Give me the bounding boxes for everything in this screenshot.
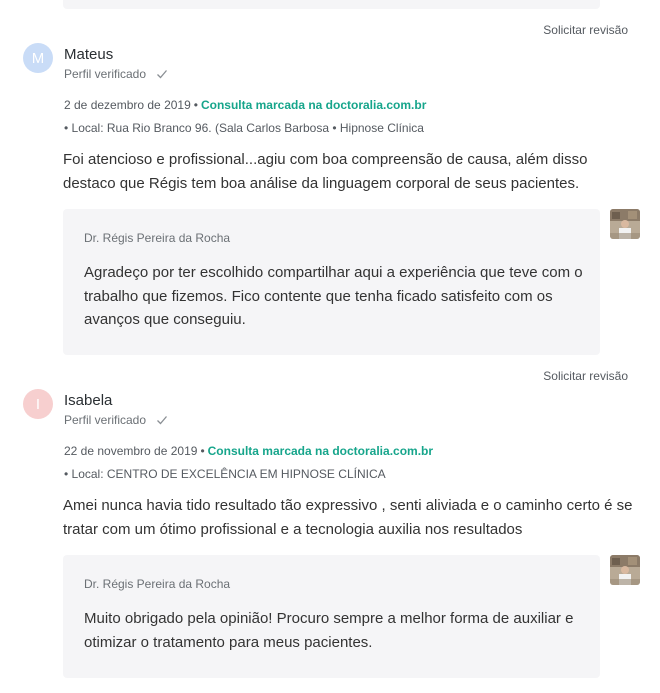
report-review-link[interactable]: Solicitar revisão bbox=[543, 23, 628, 37]
verified-label: Perfil verificado bbox=[64, 67, 147, 81]
meta-separator: • bbox=[200, 444, 205, 458]
review-meta: 2 de dezembro de 2019 • Consulta marcada n… bbox=[64, 98, 426, 112]
avatar: I bbox=[23, 389, 53, 419]
doctor-avatar-icon bbox=[610, 555, 640, 585]
verified-badge: Perfil verificado bbox=[64, 413, 168, 427]
booked-via-link[interactable]: Consulta marcada na doctoralia.com.br bbox=[201, 98, 426, 112]
review-date: 2 de dezembro de 2019 bbox=[64, 98, 191, 112]
reviewer-name: Mateus bbox=[64, 46, 114, 63]
verified-label: Perfil verificado bbox=[64, 413, 147, 427]
reviewer-name: Isabela bbox=[64, 392, 113, 409]
reply-text: Muito obrigado pela opinião! Procuro sem… bbox=[84, 610, 574, 651]
doctor-reply: Dr. Régis Pereira da Rocha Muito obrigad… bbox=[63, 555, 600, 678]
reply-author: Dr. Régis Pereira da Rocha bbox=[84, 231, 231, 245]
check-icon bbox=[157, 70, 168, 79]
check-icon bbox=[157, 416, 168, 425]
review-meta: 22 de novembro de 2019 • Consulta marcada … bbox=[64, 444, 433, 458]
review-item: Solicitar revisão I Isabela Perfil verif… bbox=[0, 346, 660, 693]
booked-via-link[interactable]: Consulta marcada na doctoralia.com.br bbox=[208, 444, 433, 458]
doctor-reply: Dr. Régis Pereira da Rocha Agradeço por … bbox=[63, 209, 600, 355]
review-date: 22 de novembro de 2019 bbox=[64, 444, 198, 458]
avatar: M bbox=[23, 43, 53, 73]
review-comment: Amei nunca havia tido resultado tão expr… bbox=[63, 497, 633, 538]
reply-author: Dr. Régis Pereira da Rocha bbox=[84, 577, 231, 591]
avatar-letter: M bbox=[31, 49, 45, 67]
report-review-link[interactable]: Solicitar revisão bbox=[543, 369, 628, 383]
review-comment: Foi atencioso e profissional...agiu com … bbox=[63, 151, 588, 192]
review-location: • Local: Rua Rio Branco 96. (Sala Carlos… bbox=[64, 121, 424, 135]
avatar-letter: I bbox=[35, 395, 41, 413]
review-item: Solicitar revisão M Mateus Perfil verifi… bbox=[0, 0, 660, 360]
review-location: • Local: CENTRO DE EXCELÊNCIA EM HIPNOSE… bbox=[64, 467, 386, 481]
meta-separator: • bbox=[193, 98, 198, 112]
doctor-avatar-icon bbox=[610, 209, 640, 239]
reply-text: Agradeço por ter escolhido compartilhar … bbox=[84, 264, 583, 328]
verified-badge: Perfil verificado bbox=[64, 67, 168, 81]
